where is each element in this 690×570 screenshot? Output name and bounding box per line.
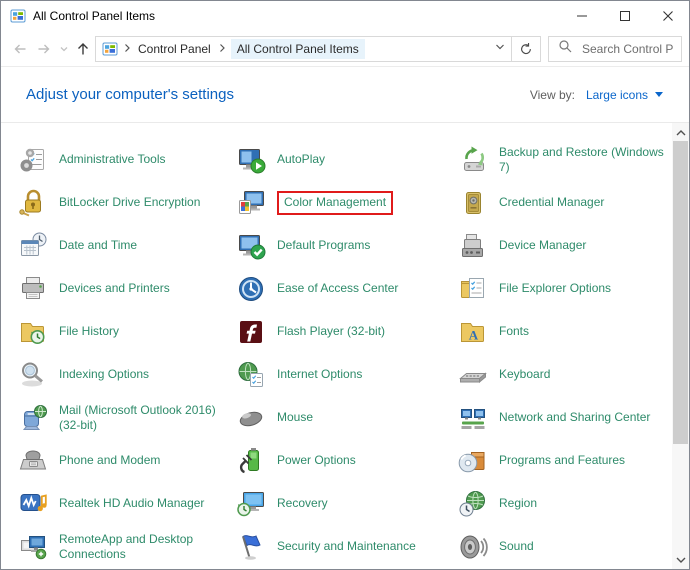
- annotated-label: Color Management: [277, 191, 393, 215]
- cp-item-file-history[interactable]: File History: [17, 310, 235, 353]
- titlebar: All Control Panel Items: [1, 1, 689, 31]
- breadcrumb-all-control-panel-items[interactable]: All Control Panel Items: [231, 39, 365, 59]
- cp-item-credential-manager[interactable]: Credential Manager: [457, 181, 672, 224]
- bitlocker-icon: [17, 187, 49, 219]
- breadcrumb-separator-icon[interactable]: [218, 40, 226, 58]
- scrollbar-up-icon[interactable]: [672, 124, 689, 141]
- default-programs-icon: [235, 230, 267, 262]
- administrative-tools-icon: [17, 144, 49, 176]
- breadcrumb-control-panel[interactable]: Control Panel: [136, 39, 213, 59]
- cp-item-backup-and-restore[interactable]: Backup and Restore (Windows 7): [457, 138, 672, 181]
- items-panel: Administrative Tools AutoPlay Backup and…: [1, 122, 689, 569]
- backup-restore-icon: [457, 144, 489, 176]
- cp-item-sound[interactable]: Sound: [457, 525, 672, 568]
- cp-item-programs-and-features[interactable]: Programs and Features: [457, 439, 672, 482]
- cp-item-default-programs[interactable]: Default Programs: [235, 224, 457, 267]
- items-grid: Administrative Tools AutoPlay Backup and…: [1, 123, 672, 569]
- fonts-icon: A: [457, 316, 489, 348]
- keyboard-icon: [457, 359, 489, 391]
- search-input[interactable]: [580, 41, 675, 57]
- scrollbar-thumb[interactable]: [673, 141, 688, 444]
- recent-pages-chevron-icon[interactable]: [56, 37, 71, 61]
- programs-features-icon: [457, 445, 489, 477]
- internet-options-icon: [235, 359, 267, 391]
- svg-text:A: A: [469, 327, 479, 342]
- color-management-icon: [235, 187, 267, 219]
- cp-item-phone-and-modem[interactable]: Phone and Modem: [17, 439, 235, 482]
- date-time-icon: [17, 230, 49, 262]
- search-box[interactable]: [548, 36, 682, 62]
- security-maintenance-icon: [235, 531, 267, 563]
- cp-item-realtek-audio[interactable]: Realtek HD Audio Manager: [17, 482, 235, 525]
- cp-item-ease-of-access[interactable]: Ease of Access Center: [235, 267, 457, 310]
- search-icon: [558, 39, 572, 58]
- realtek-audio-icon: [17, 488, 49, 520]
- view-by-caret-icon: [655, 92, 663, 97]
- power-options-icon: [235, 445, 267, 477]
- cp-item-flash-player[interactable]: Flash Player (32-bit): [235, 310, 457, 353]
- cp-item-recovery[interactable]: Recovery: [235, 482, 457, 525]
- credential-manager-icon: [457, 187, 489, 219]
- cp-item-region[interactable]: Region: [457, 482, 672, 525]
- cp-item-indexing-options[interactable]: Indexing Options: [17, 353, 235, 396]
- page-title: Adjust your computer's settings: [26, 86, 234, 103]
- window-controls: [560, 1, 689, 31]
- phone-modem-icon: [17, 445, 49, 477]
- indexing-options-icon: [17, 359, 49, 391]
- address-dropdown-chevron-icon[interactable]: [493, 40, 507, 58]
- cp-item-network-and-sharing[interactable]: Network and Sharing Center: [457, 396, 672, 439]
- cp-item-devices-and-printers[interactable]: Devices and Printers: [17, 267, 235, 310]
- cp-item-color-management[interactable]: Color Management: [235, 181, 457, 224]
- scrollbar-down-icon[interactable]: [672, 551, 689, 568]
- cp-item-remoteapp[interactable]: RemoteApp and Desktop Connections: [17, 525, 235, 568]
- ease-of-access-icon: [235, 273, 267, 305]
- region-icon: [457, 488, 489, 520]
- view-by-control: View by: Large icons: [530, 88, 663, 102]
- cp-item-keyboard[interactable]: Keyboard: [457, 353, 672, 396]
- vertical-scrollbar[interactable]: [672, 123, 689, 569]
- back-button[interactable]: [8, 37, 32, 61]
- control-panel-window: All Control Panel Items: [0, 0, 690, 570]
- cp-item-internet-options[interactable]: Internet Options: [235, 353, 457, 396]
- cp-item-bitlocker[interactable]: BitLocker Drive Encryption: [17, 181, 235, 224]
- navigation-bar: Control Panel All Control Panel Items: [1, 31, 689, 67]
- control-panel-icon: [10, 8, 26, 24]
- sound-icon: [457, 531, 489, 563]
- device-manager-icon: [457, 230, 489, 262]
- breadcrumb-separator-icon[interactable]: [123, 40, 131, 58]
- view-by-value: Large icons: [586, 88, 648, 102]
- cp-item-date-and-time[interactable]: Date and Time: [17, 224, 235, 267]
- maximize-button[interactable]: [603, 1, 646, 31]
- devices-printers-icon: [17, 273, 49, 305]
- cp-item-administrative-tools[interactable]: Administrative Tools: [17, 138, 235, 181]
- cp-item-mouse[interactable]: Mouse: [235, 396, 457, 439]
- minimize-button[interactable]: [560, 1, 603, 31]
- cp-item-autoplay[interactable]: AutoPlay: [235, 138, 457, 181]
- file-history-icon: [17, 316, 49, 348]
- page-header: Adjust your computer's settings View by:…: [1, 67, 689, 122]
- view-by-label: View by:: [530, 88, 575, 102]
- cp-item-file-explorer-options[interactable]: File Explorer Options: [457, 267, 672, 310]
- refresh-button[interactable]: [511, 36, 541, 62]
- address-control-panel-icon: [102, 41, 118, 57]
- forward-button[interactable]: [32, 37, 56, 61]
- flash-player-icon: [235, 316, 267, 348]
- mouse-icon: [235, 402, 267, 434]
- cp-item-mail[interactable]: Mail (Microsoft Outlook 2016) (32-bit): [17, 396, 235, 439]
- cp-item-fonts[interactable]: A Fonts: [457, 310, 672, 353]
- view-by-dropdown[interactable]: Large icons: [586, 88, 663, 102]
- file-explorer-options-icon: [457, 273, 489, 305]
- network-sharing-icon: [457, 402, 489, 434]
- mail-icon: [17, 402, 49, 434]
- address-bar[interactable]: Control Panel All Control Panel Items: [95, 36, 512, 62]
- cp-item-power-options[interactable]: Power Options: [235, 439, 457, 482]
- up-button[interactable]: [71, 37, 95, 61]
- autoplay-icon: [235, 144, 267, 176]
- window-title: All Control Panel Items: [33, 9, 155, 23]
- close-button[interactable]: [646, 1, 689, 31]
- cp-item-security-and-maintenance[interactable]: Security and Maintenance: [235, 525, 457, 568]
- cp-item-device-manager[interactable]: Device Manager: [457, 224, 672, 267]
- recovery-icon: [235, 488, 267, 520]
- remoteapp-icon: [17, 531, 49, 563]
